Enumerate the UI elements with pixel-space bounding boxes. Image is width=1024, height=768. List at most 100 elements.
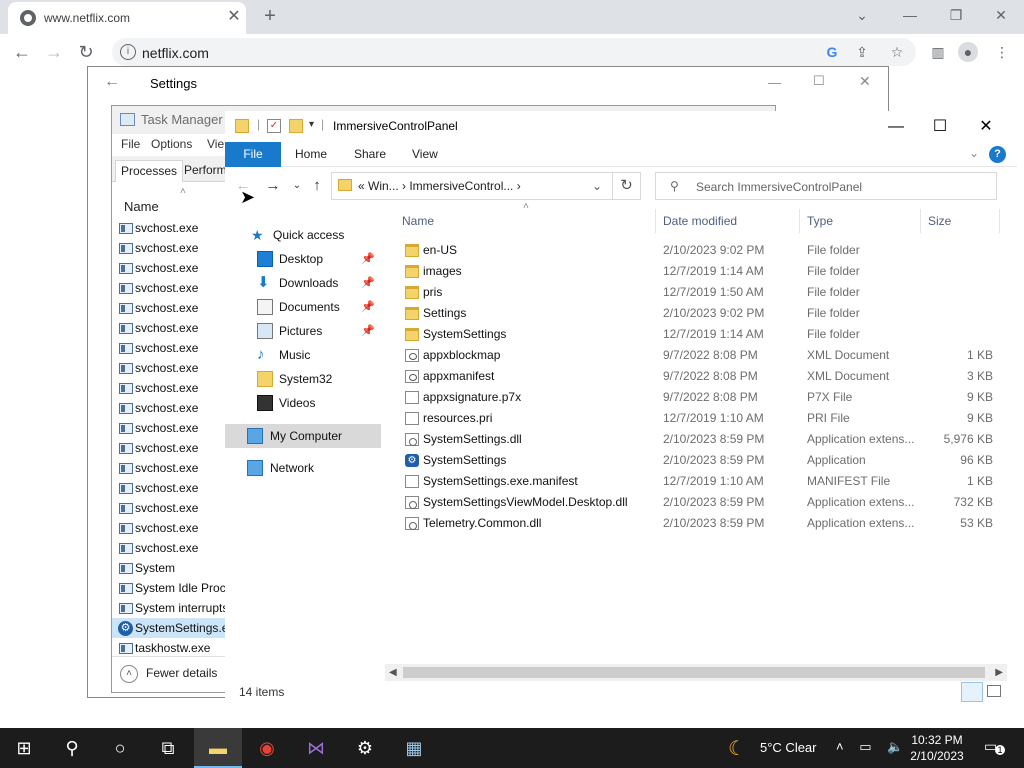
address-dropdown-icon[interactable]: ⌄ — [592, 179, 602, 193]
info-icon[interactable]: i — [120, 44, 136, 60]
process-row[interactable]: svchost.exe — [112, 358, 225, 378]
close-button[interactable]: ✕ — [989, 4, 1013, 26]
process-row[interactable]: svchost.exe — [112, 238, 225, 258]
process-row[interactable]: svchost.exe — [112, 218, 225, 238]
process-row[interactable]: ⚙ SystemSettings.ex — [112, 618, 225, 638]
nav-desktop[interactable]: Desktop 📌 — [257, 247, 381, 271]
file-row[interactable]: Settings 2/10/2023 9:02 PM File folder — [395, 303, 1007, 324]
google-icon[interactable]: G — [822, 42, 842, 62]
refresh-icon[interactable]: ↻ — [613, 172, 641, 200]
visual-studio-icon[interactable]: ⋈ — [292, 728, 340, 768]
bookmark-star-icon[interactable]: ☆ — [887, 42, 907, 62]
file-row[interactable]: appxsignature.p7x 9/7/2022 8:08 PM P7X Fil… — [395, 387, 1007, 408]
tab-close-icon[interactable]: ✕ — [224, 7, 244, 27]
ribbon-file-tab[interactable]: File — [225, 142, 281, 167]
process-row[interactable]: svchost.exe — [112, 298, 225, 318]
address-path[interactable]: « Win... › ImmersiveControl... › — [358, 179, 521, 193]
tab-search-icon[interactable]: ⌄ — [850, 4, 874, 26]
column-type[interactable]: Type — [807, 214, 833, 228]
help-icon[interactable]: ? — [989, 146, 1006, 163]
address-box[interactable]: « Win... › ImmersiveControl... › ⌄ — [331, 172, 613, 200]
process-row[interactable]: System Idle Proce — [112, 578, 225, 598]
process-row[interactable]: svchost.exe — [112, 338, 225, 358]
menu-view[interactable]: Vie — [207, 137, 224, 151]
up-arrow-icon[interactable]: ↑ — [307, 176, 327, 196]
expand-ribbon-icon[interactable]: ⌄ — [969, 146, 979, 160]
menu-kebab-icon[interactable]: ⋮ — [992, 42, 1012, 62]
settings-minimize-button[interactable]: — — [768, 75, 781, 90]
explorer-close-button[interactable]: ✕ — [963, 115, 1009, 139]
name-column-header[interactable]: Name — [124, 199, 159, 214]
file-explorer-icon[interactable]: ▬ — [194, 728, 242, 768]
nav-pictures[interactable]: Pictures 📌 — [257, 319, 381, 343]
fewer-details-link[interactable]: Fewer details — [146, 666, 217, 680]
tab-processes[interactable]: Processes — [115, 160, 184, 182]
weather-moon-icon[interactable]: ☾ — [728, 736, 746, 761]
restore-button[interactable]: ❐ — [944, 4, 968, 26]
process-row[interactable]: svchost.exe — [112, 438, 225, 458]
search-icon[interactable]: ⚲ — [48, 728, 96, 768]
task-view-icon[interactable]: ⧉ — [144, 728, 192, 768]
tab-performance[interactable]: Perform — [179, 160, 232, 182]
file-row[interactable]: SystemSettings 12/7/2019 1:14 AM File fold… — [395, 324, 1007, 345]
ribbon-view-tab[interactable]: View — [400, 142, 450, 167]
explorer-maximize-button[interactable]: ☐ — [917, 115, 963, 139]
column-divider[interactable] — [799, 209, 800, 233]
forward-button[interactable]: → — [42, 40, 66, 64]
clock[interactable]: 10:32 PM 2/10/2023 — [904, 732, 970, 764]
properties-icon[interactable]: ✓ — [267, 119, 281, 133]
file-row[interactable]: SystemSettings.dll 2/10/2023 8:59 PM Appli… — [395, 429, 1007, 450]
scroll-thumb[interactable] — [403, 667, 985, 678]
horizontal-scrollbar[interactable]: ◀ ▶ — [385, 664, 1007, 681]
column-size[interactable]: Size — [928, 214, 951, 228]
process-row[interactable]: svchost.exe — [112, 278, 225, 298]
process-list-header[interactable]: Name — [112, 194, 227, 216]
details-view-icon[interactable] — [961, 682, 983, 702]
nav-downloads[interactable]: ⬇ Downloads 📌 — [257, 271, 381, 295]
nav-my-computer[interactable]: My Computer — [225, 424, 381, 448]
settings-close-button[interactable]: ✕ — [859, 73, 871, 90]
process-row[interactable]: svchost.exe — [112, 538, 225, 558]
chevron-up-icon[interactable]: ˄ — [120, 665, 138, 683]
tray-icons[interactable]: ˄ ▭ 🔈 — [836, 739, 909, 755]
chrome-icon[interactable]: ◉ — [243, 728, 291, 768]
process-row[interactable]: System — [112, 558, 225, 578]
file-row[interactable]: Telemetry.Common.dll 2/10/2023 8:59 PM App… — [395, 513, 1007, 534]
file-row[interactable]: SystemSettingsViewModel.Desktop.dll 2/10/… — [395, 492, 1007, 513]
process-row[interactable]: svchost.exe — [112, 378, 225, 398]
process-row[interactable]: svchost.exe — [112, 418, 225, 438]
column-divider[interactable] — [655, 209, 656, 233]
ribbon-share-tab[interactable]: Share — [342, 142, 398, 167]
file-row[interactable]: pris 12/7/2019 1:50 AM File folder — [395, 282, 1007, 303]
forward-arrow-icon[interactable]: → — [263, 176, 283, 196]
new-tab-button[interactable]: + — [258, 5, 282, 29]
process-row[interactable]: svchost.exe — [112, 478, 225, 498]
process-row[interactable]: svchost.exe — [112, 398, 225, 418]
back-arrow-icon[interactable]: ← — [104, 73, 120, 91]
notification-icon[interactable]: ▭ 1 — [984, 738, 1005, 758]
search-input[interactable]: Search ImmersiveControlPanel — [696, 180, 862, 194]
scroll-left-icon[interactable]: ◀ — [389, 664, 397, 681]
settings-maximize-button[interactable]: ☐ — [813, 73, 825, 89]
weather-text[interactable]: 5°C Clear — [760, 740, 817, 755]
explorer-minimize-button[interactable]: — — [873, 115, 919, 139]
process-row[interactable]: svchost.exe — [112, 458, 225, 478]
process-row[interactable]: System interrupts — [112, 598, 225, 618]
recent-locations-icon[interactable]: ⌄ — [287, 176, 307, 196]
browser-tab[interactable]: www.netflix.com ✕ — [8, 2, 246, 34]
process-row[interactable]: svchost.exe — [112, 498, 225, 518]
file-row[interactable]: appxblockmap 9/7/2022 8:08 PM XML Document… — [395, 345, 1007, 366]
column-divider[interactable] — [999, 209, 1000, 233]
address-bar[interactable]: i netflix.com G ⇪ ☆ — [112, 38, 916, 66]
process-row[interactable]: taskhostw.exe — [112, 638, 225, 658]
minimize-button[interactable]: — — [898, 4, 922, 26]
process-row[interactable]: svchost.exe — [112, 518, 225, 538]
share-icon[interactable]: ⇪ — [852, 42, 872, 62]
file-row[interactable]: ⚙ SystemSettings 2/10/2023 8:59 PM Applicat… — [395, 450, 1007, 471]
side-panel-icon[interactable]: ▥ — [928, 42, 948, 62]
column-name[interactable]: Name — [402, 214, 434, 228]
search-box[interactable]: ⚲ Search ImmersiveControlPanel — [655, 172, 997, 200]
task-manager-icon[interactable]: ▦ — [390, 728, 438, 768]
file-row[interactable]: images 12/7/2019 1:14 AM File folder — [395, 261, 1007, 282]
column-date-modified[interactable]: Date modified — [663, 214, 737, 228]
